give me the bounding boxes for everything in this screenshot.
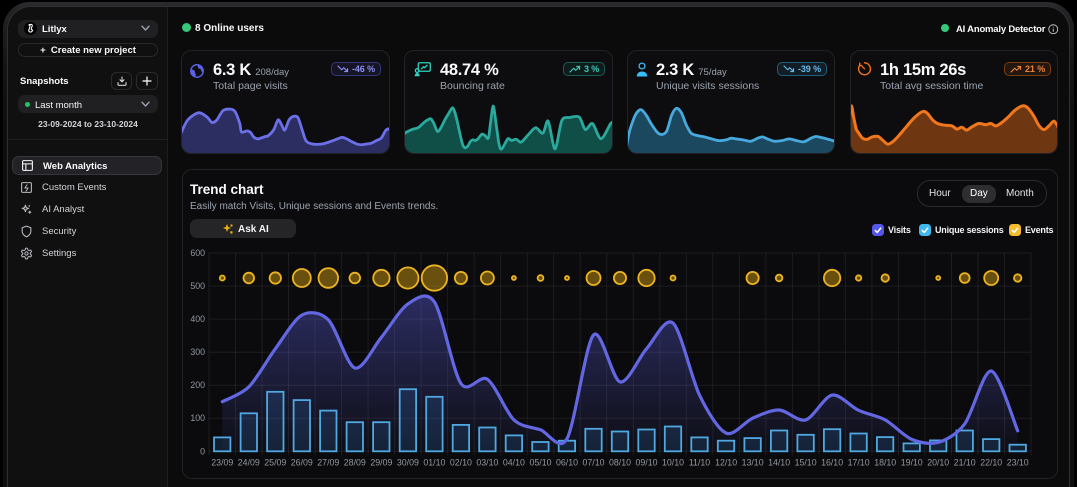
svg-text:600: 600 — [190, 248, 205, 258]
svg-text:07/10: 07/10 — [582, 458, 604, 468]
svg-text:30/09: 30/09 — [397, 458, 419, 468]
svg-text:25/09: 25/09 — [264, 458, 286, 468]
svg-text:13/10: 13/10 — [742, 458, 764, 468]
svg-text:05/10: 05/10 — [529, 458, 551, 468]
svg-text:23/09: 23/09 — [211, 458, 233, 468]
svg-text:500: 500 — [190, 281, 205, 291]
svg-text:04/10: 04/10 — [503, 458, 525, 468]
svg-text:03/10: 03/10 — [476, 458, 498, 468]
svg-text:23/10: 23/10 — [1007, 458, 1029, 468]
svg-text:24/09: 24/09 — [238, 458, 260, 468]
svg-text:14/10: 14/10 — [768, 458, 790, 468]
svg-text:08/10: 08/10 — [609, 458, 631, 468]
svg-text:09/10: 09/10 — [635, 458, 657, 468]
svg-text:26/09: 26/09 — [291, 458, 313, 468]
svg-text:400: 400 — [190, 314, 205, 324]
svg-text:29/09: 29/09 — [370, 458, 392, 468]
svg-text:06/10: 06/10 — [556, 458, 578, 468]
svg-text:200: 200 — [190, 380, 205, 390]
svg-text:02/10: 02/10 — [450, 458, 472, 468]
svg-text:22/10: 22/10 — [980, 458, 1002, 468]
svg-text:27/09: 27/09 — [317, 458, 339, 468]
svg-text:11/10: 11/10 — [689, 458, 710, 468]
svg-text:18/10: 18/10 — [874, 458, 896, 468]
svg-text:19/10: 19/10 — [901, 458, 923, 468]
svg-text:16/10: 16/10 — [821, 458, 843, 468]
svg-text:10/10: 10/10 — [662, 458, 684, 468]
svg-text:0: 0 — [200, 446, 205, 456]
svg-text:300: 300 — [190, 347, 205, 357]
svg-text:21/10: 21/10 — [954, 458, 976, 468]
svg-text:20/10: 20/10 — [927, 458, 949, 468]
svg-text:100: 100 — [190, 413, 205, 423]
svg-text:15/10: 15/10 — [795, 458, 817, 468]
svg-text:01/10: 01/10 — [423, 458, 445, 468]
svg-text:12/10: 12/10 — [715, 458, 737, 468]
svg-text:28/09: 28/09 — [344, 458, 366, 468]
svg-text:17/10: 17/10 — [848, 458, 870, 468]
